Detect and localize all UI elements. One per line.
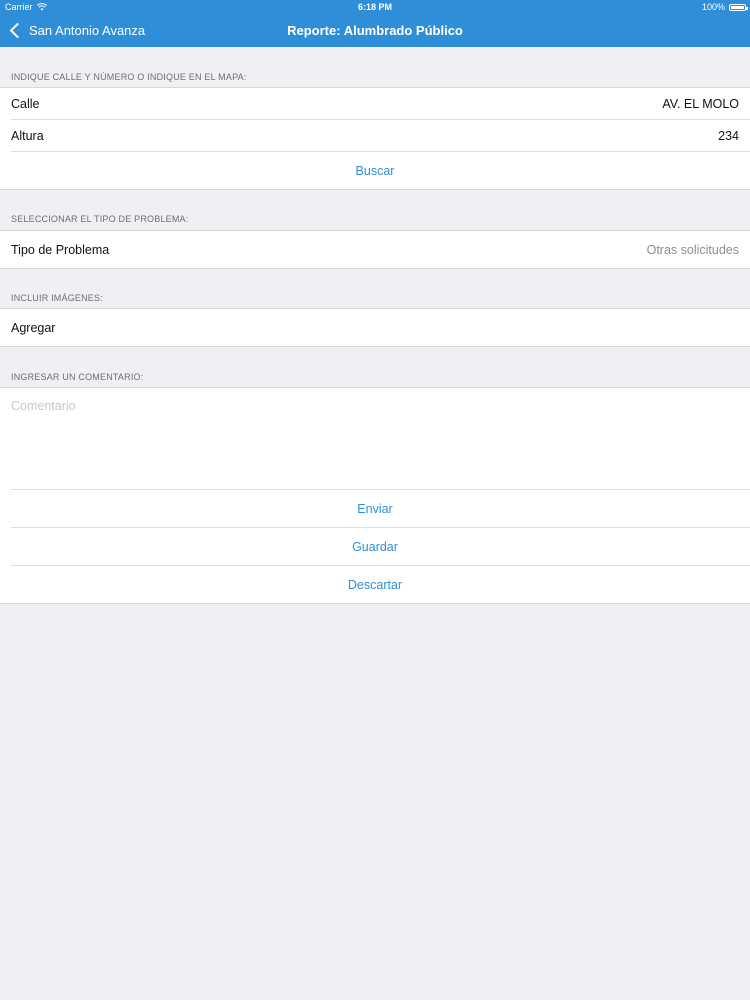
comment-group: Enviar Guardar Descartar bbox=[0, 387, 750, 604]
comment-input[interactable] bbox=[0, 388, 750, 488]
status-bar: Carrier 6:18 PM 100% bbox=[0, 0, 750, 14]
save-button[interactable]: Guardar bbox=[0, 528, 750, 566]
comment-section-header: INGRESAR UN COMENTARIO: bbox=[11, 372, 144, 382]
number-row[interactable]: Altura 234 bbox=[0, 120, 750, 152]
page-title: Reporte: Alumbrado Público bbox=[287, 23, 463, 38]
battery-icon bbox=[729, 3, 748, 11]
street-label: Calle bbox=[11, 97, 40, 111]
send-button[interactable]: Enviar bbox=[0, 490, 750, 528]
problem-type-value[interactable]: Otras solicitudes bbox=[647, 243, 739, 257]
problem-group: Tipo de Problema Otras solicitudes bbox=[0, 230, 750, 269]
images-group: Agregar bbox=[0, 308, 750, 347]
battery-percent: 100% bbox=[701, 2, 725, 12]
search-button[interactable]: Buscar bbox=[0, 152, 750, 189]
problem-type-label: Tipo de Problema bbox=[11, 242, 110, 257]
comment-area bbox=[0, 388, 750, 490]
address-group: Calle AV. EL MOLO Altura 234 Buscar bbox=[0, 87, 750, 190]
top-bar: Carrier 6:18 PM 100% San Antonio Avanza … bbox=[0, 0, 750, 47]
clock: 6:18 PM bbox=[357, 2, 392, 12]
add-image-row[interactable]: Agregar bbox=[0, 309, 750, 346]
street-row[interactable]: Calle AV. EL MOLO bbox=[0, 88, 750, 120]
discard-button[interactable]: Descartar bbox=[0, 566, 750, 604]
battery-info: 100% bbox=[701, 0, 748, 14]
number-value[interactable]: 234 bbox=[718, 129, 739, 143]
add-image-button[interactable]: Agregar bbox=[11, 321, 55, 335]
number-label: Altura bbox=[11, 129, 44, 143]
street-value[interactable]: AV. EL MOLO bbox=[662, 97, 739, 111]
problem-type-row[interactable]: Tipo de Problema Otras solicitudes bbox=[0, 231, 750, 268]
navigation-bar: San Antonio Avanza Reporte: Alumbrado Pú… bbox=[0, 14, 750, 47]
images-section-header: INCLUIR IMÁGENES: bbox=[11, 293, 103, 303]
address-section-header: INDIQUE CALLE Y NÚMERO O INDIQUE EN EL M… bbox=[11, 72, 247, 82]
problem-section-header: SELECCIONAR EL TIPO DE PROBLEMA: bbox=[11, 214, 189, 224]
